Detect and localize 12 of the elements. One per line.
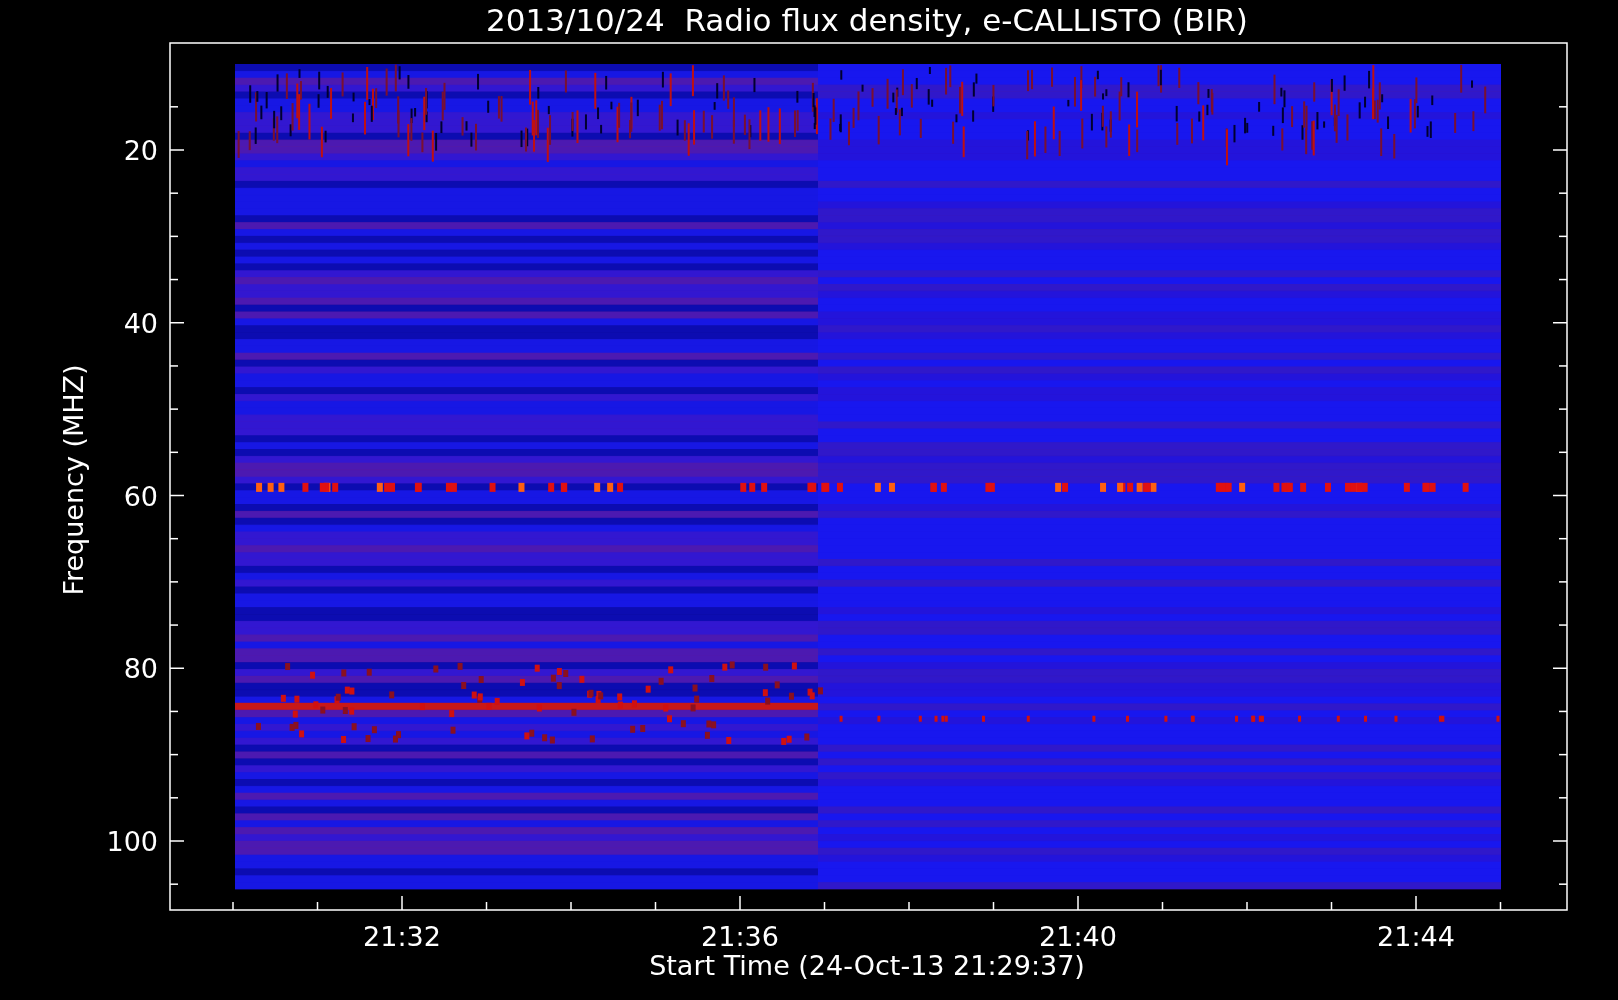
tick-label: 21:44	[1377, 921, 1455, 952]
tick-label: 60	[123, 480, 158, 512]
tick-label: 21:36	[701, 921, 779, 952]
tick-label: 20	[123, 135, 158, 166]
tick-label: 80	[123, 653, 158, 685]
tick-label: 40	[123, 307, 158, 339]
chart-title: 2013/10/24 Radio flux density, e-CALLISTO (BIR)	[486, 2, 1248, 38]
axis-title: Frequency (MHZ)	[58, 364, 89, 596]
tick-label: 100	[106, 826, 158, 857]
tick-label: 21:32	[363, 921, 441, 952]
axis-title: Start Time (24-Oct-13 21:29:37)	[649, 950, 1085, 981]
tick-label: 21:40	[1039, 921, 1117, 952]
